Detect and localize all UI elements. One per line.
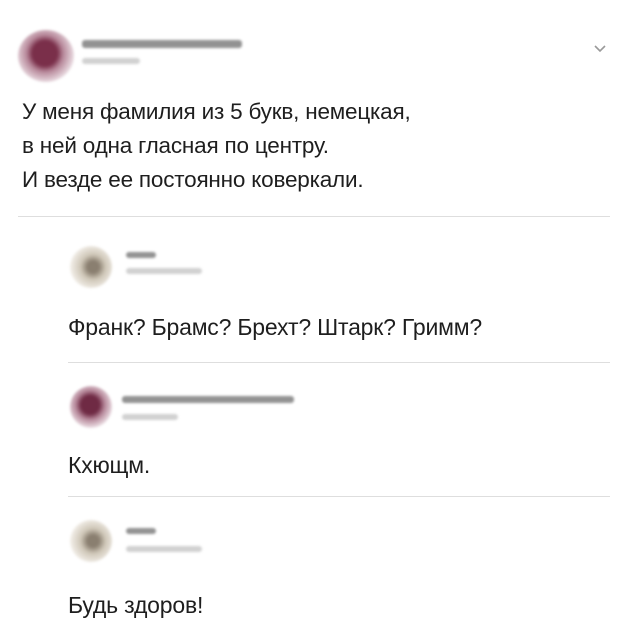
divider xyxy=(68,496,610,497)
reply-author-handle xyxy=(126,268,202,274)
reply-author-handle xyxy=(122,414,178,420)
reply-text: Будь здоров! xyxy=(68,592,204,618)
tweet-text: У меня фамилия из 5 букв, немецкая, в не… xyxy=(22,95,612,197)
reply-text: Франк? Брамс? Брехт? Штарк? Гримм? xyxy=(68,314,482,340)
chevron-down-icon[interactable] xyxy=(592,40,608,56)
author-avatar[interactable] xyxy=(18,30,74,82)
tweet-line: в ней одна гласная по центру. xyxy=(22,133,329,158)
reply-author-name[interactable] xyxy=(126,528,156,534)
reply-text: Кхющм. xyxy=(68,452,151,478)
reply-author-name[interactable] xyxy=(122,396,294,403)
reply-avatar[interactable] xyxy=(70,520,112,562)
reply-avatar[interactable] xyxy=(70,386,112,428)
tweet-line: У меня фамилия из 5 букв, немецкая, xyxy=(22,99,411,124)
divider xyxy=(18,216,610,217)
author-name[interactable] xyxy=(82,40,242,48)
reply-avatar[interactable] xyxy=(70,246,112,288)
tweet-line: И везде ее постоянно коверкали. xyxy=(22,167,364,192)
reply-author-handle xyxy=(126,546,202,552)
author-handle xyxy=(82,58,140,64)
divider xyxy=(68,362,610,363)
reply-author-name[interactable] xyxy=(126,252,156,258)
